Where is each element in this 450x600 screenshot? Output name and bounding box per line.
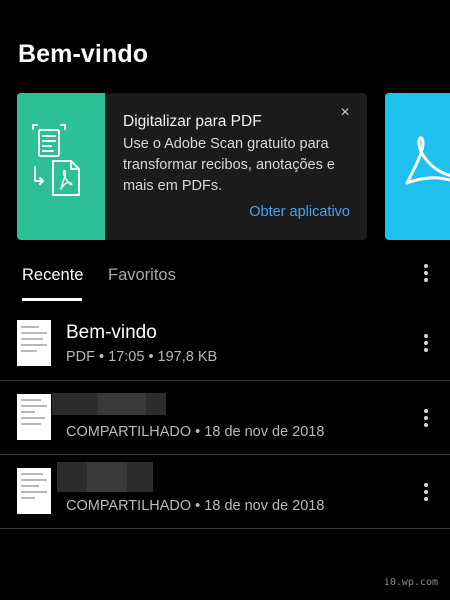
list-item[interactable]: Bem-vindo PDF • 17:05 • 197,8 KB xyxy=(0,307,450,381)
promo-title: Digitalizar para PDF xyxy=(123,113,262,130)
close-icon[interactable]: × xyxy=(337,105,353,121)
more-vertical-icon[interactable] xyxy=(420,264,432,284)
list-item[interactable]: COMPARTILHADO • 18 de nov de 2018 xyxy=(0,381,450,455)
watermark: i0.wp.com xyxy=(383,577,438,588)
file-meta: PDF • 17:05 • 197,8 KB xyxy=(66,349,218,365)
list-item[interactable]: COMPARTILHADO • 18 de nov de 2018 xyxy=(0,455,450,529)
scan-promo-art xyxy=(17,93,105,240)
tab-recent[interactable]: Recente xyxy=(22,266,83,285)
active-tab-indicator xyxy=(22,298,82,301)
more-vertical-icon[interactable] xyxy=(420,483,432,503)
promo-body: Use o Adobe Scan gratuito para transform… xyxy=(123,136,335,194)
file-thumbnail xyxy=(17,394,51,440)
acrobat-logo-icon xyxy=(405,136,450,185)
file-meta: COMPARTILHADO • 18 de nov de 2018 xyxy=(66,424,325,440)
page-title: Bem-vindo xyxy=(18,40,149,68)
acrobat-promo-card[interactable] xyxy=(385,93,450,240)
file-meta: COMPARTILHADO • 18 de nov de 2018 xyxy=(66,498,325,514)
scan-to-pdf-icon xyxy=(32,124,80,196)
file-thumbnail xyxy=(17,468,51,514)
redacted-file-name xyxy=(52,393,166,415)
file-name: Bem-vindo xyxy=(66,322,157,343)
more-vertical-icon[interactable] xyxy=(420,334,432,354)
file-thumbnail xyxy=(17,320,51,366)
tab-favorites[interactable]: Favoritos xyxy=(108,266,176,285)
scan-promo-card[interactable]: × Digitalizar para PDF Use o Adobe Scan … xyxy=(17,93,367,240)
tab-bar: Recente Favoritos xyxy=(0,258,450,302)
redacted-file-name xyxy=(57,462,153,492)
get-app-button[interactable]: Obter aplicativo xyxy=(249,204,350,220)
more-vertical-icon[interactable] xyxy=(420,409,432,429)
